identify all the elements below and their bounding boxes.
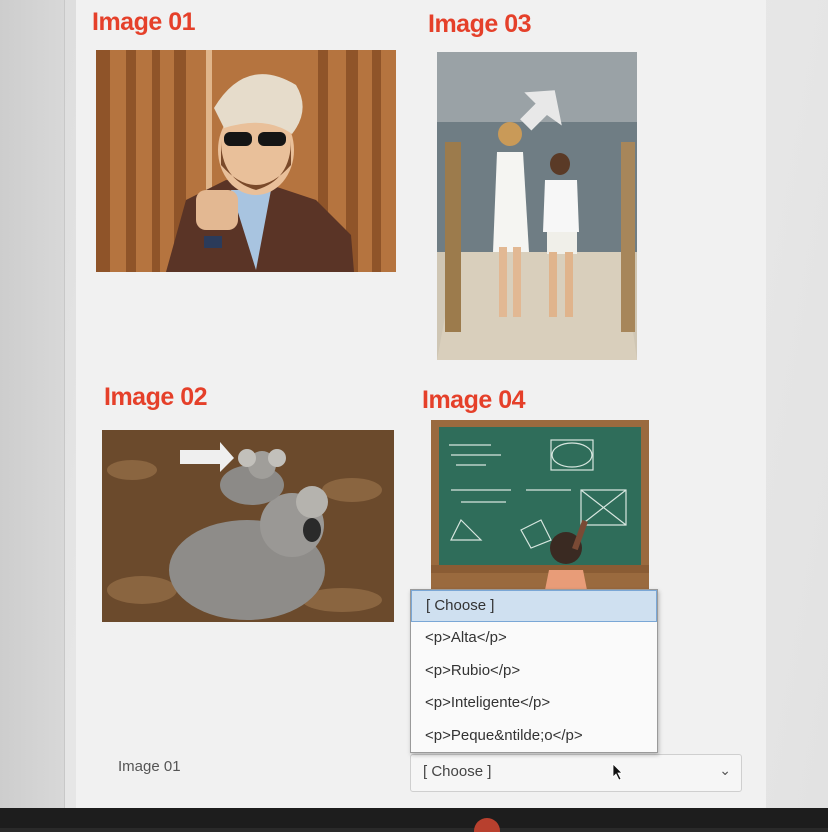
answer-dropdown-list: [ Choose ] <p>Alta</p> <p>Rubio</p> <p>I… — [410, 589, 658, 753]
option-inteligente[interactable]: <p>Inteligente</p> — [411, 687, 657, 719]
mouse-cursor-icon — [612, 763, 624, 786]
monitor-bezel — [0, 808, 828, 828]
option-rubio[interactable]: <p>Rubio</p> — [411, 655, 657, 687]
answer-select-value: [ Choose ] — [423, 763, 492, 780]
answer-select[interactable]: [ Choose ] ⌄ — [410, 754, 742, 792]
image-03-title: Image 03 — [428, 10, 532, 38]
option-choose[interactable]: [ Choose ] — [411, 590, 657, 623]
image-02-photo — [102, 430, 394, 622]
option-alta[interactable]: <p>Alta</p> — [411, 622, 657, 654]
match-row-label: Image 01 — [118, 758, 181, 775]
option-pequeno[interactable]: <p>Peque&ntilde;o</p> — [411, 720, 657, 752]
image-01-title: Image 01 — [92, 8, 196, 36]
image-04-photo — [431, 420, 649, 590]
left-gutter — [0, 0, 65, 808]
image-01-photo — [96, 50, 396, 272]
image-03-photo — [437, 52, 637, 360]
image-04-title: Image 04 — [422, 386, 526, 414]
chevron-down-icon: ⌄ — [719, 762, 731, 778]
image-02-title: Image 02 — [104, 383, 208, 411]
